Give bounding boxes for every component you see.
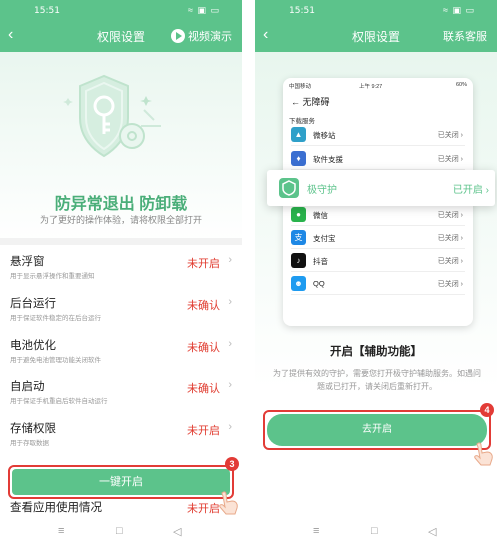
back-triangle-icon[interactable]: ◁ [173,525,181,538]
perm-name: 电池优化 [10,340,56,352]
menu-icon[interactable]: ≡ [313,525,319,537]
menu-icon[interactable]: ≡ [58,525,64,537]
step-badge: 4 [480,403,494,417]
chevron-right-icon: › [228,254,232,266]
video-demo-link[interactable]: 视频演示 [171,28,232,44]
perm-name: 悬浮窗 [10,256,45,268]
mock-service-state: 已关闭 › [437,132,463,139]
perm-name: 查看应用使用情况 [10,502,102,514]
one-key-enable-button[interactable]: 一键开启 [12,469,230,495]
perm-row-storage[interactable]: 存储权限 用于存取数据 未开启 › [10,416,234,456]
mock-service-name: 微移站 [313,131,336,140]
mock-service-state: 已关闭 › [437,156,463,163]
system-nav-bar: ≡ □ ◁ [255,516,497,546]
perm-row-background-run[interactable]: 后台运行 用于保证软件稳定的在后台运行 未确认 › [10,291,234,331]
contact-support-link[interactable]: 联系客服 [443,28,487,44]
top-bar: 15:51 ≈ ▣ ▭ ‹ 权限设置 视频演示 [0,0,242,52]
chevron-right-icon: › [228,379,232,391]
perm-name: 后台运行 [10,298,56,310]
perm-desc: 用于存取数据 [10,440,49,447]
perm-desc: 用于避免电池管理功能关闭软件 [10,357,101,364]
mock-service-row: ☻ QQ 已关闭 › [291,273,465,295]
app-icon: ▲ [291,127,306,142]
play-icon [171,29,185,43]
one-key-enable-frame: 一键开启 [8,465,234,499]
perm-state: 未确认 [187,383,220,395]
chevron-right-icon: › [228,296,232,308]
shield-key-icon [63,74,161,158]
hero-subtitle: 为了更好的操作体验，请将权限全部打开 [39,215,202,225]
status-bar: 15:51 ≈ ▣ ▭ [255,0,497,22]
step-badge: 3 [225,457,239,471]
right-screen: 15:51 ≈ ▣ ▭ ‹ 权限设置 联系客服 中国移动 上午 9:27 60%… [255,0,497,546]
section-divider [0,238,242,245]
mock-service-name: 软件支援 [313,155,343,164]
section-title: 开启【辅助功能】 [330,346,422,358]
perm-row-autostart[interactable]: 自启动 用于保证手机重启后软件自动运行 未确认 › [10,374,234,414]
app-icon: ♦ [291,151,306,166]
mock-service-row: ♦ 软件支援 已关闭 › [291,148,465,170]
home-icon[interactable]: □ [371,525,378,537]
hero-title: 防异常退出 防卸载 [54,196,188,213]
guardian-app-icon [279,178,299,198]
chevron-right-icon: › [228,338,232,350]
highlighted-service-name: 极守护 [307,185,337,196]
perm-state: 未开启 [187,258,220,270]
perm-row-floating-window[interactable]: 悬浮窗 用于显示悬浮操作和重要通知 未开启 › [10,249,234,289]
mock-service-name: QQ [313,279,325,288]
perm-state: 未确认 [187,342,220,354]
system-nav-bar: ≡ □ ◁ [0,516,242,546]
status-time: 15:51 [34,6,60,16]
pointing-hand-icon [474,442,493,466]
mock-service-state: 已关闭 › [437,235,463,242]
mock-battery: 60% [455,82,467,88]
mock-service-state: 已关闭 › [437,212,463,219]
highlighted-service-state: 已开启 › [452,185,489,196]
mock-service-name: 微信 [313,211,328,220]
status-icons: ≈ ▣ ▭ [443,5,475,15]
mock-service-state: 已关闭 › [437,258,463,265]
perm-name: 自启动 [10,381,45,393]
top-bar: 15:51 ≈ ▣ ▭ ‹ 权限设置 联系客服 [255,0,497,52]
mock-time: 上午 9:27 [359,84,383,90]
mock-service-state: 已关闭 › [437,281,463,288]
go-enable-button[interactable]: 去开启 [267,414,487,446]
mock-service-row: ♪ 抖音 已关闭 › [291,250,465,272]
perm-desc: 用于保证手机重启后软件自动运行 [10,398,108,405]
perm-state: 未开启 [187,503,220,515]
perm-state: 未确认 [187,300,220,312]
perm-desc: 用于显示悬浮操作和重要通知 [10,273,95,280]
douyin-icon: ♪ [291,253,306,268]
home-icon[interactable]: □ [116,525,123,537]
status-bar: 15:51 ≈ ▣ ▭ [0,0,242,22]
highlighted-service-row: 极守护 已开启 › [267,170,495,206]
status-icons: ≈ ▣ ▭ [188,5,220,15]
go-enable-frame: 去开启 [263,410,491,450]
back-triangle-icon[interactable]: ◁ [428,525,436,538]
perm-row-usage-access[interactable]: 查看应用使用情况 未开启 [10,499,234,515]
status-time: 15:51 [289,6,315,16]
video-demo-label: 视频演示 [188,31,232,43]
mock-carrier: 中国移动 [289,84,312,90]
pointing-hand-icon [219,491,238,515]
perm-name: 存储权限 [10,423,56,435]
mock-service-name: 支付宝 [313,234,336,243]
mock-service-name: 抖音 [313,257,328,266]
perm-state: 未开启 [187,425,220,437]
perm-row-battery[interactable]: 电池优化 用于避免电池管理功能关闭软件 未确认 › [10,333,234,373]
qq-icon: ☻ [291,276,306,291]
mock-page-title: ← 无障碍 [291,97,330,107]
mock-service-row: ● 微信 已关闭 › [291,204,465,226]
chevron-right-icon: › [228,421,232,433]
panel-divider [242,0,255,546]
mock-status-bar: 中国移动 上午 9:27 60% [289,82,467,90]
section-description: 为了提供有效的守护，需要您打开极守护辅助服务。如遇问题或已打开，请关闭后重新打开… [273,369,481,391]
mock-service-row: 支 支付宝 已关闭 › [291,227,465,249]
perm-desc: 用于保证软件稳定的在后台运行 [10,315,101,322]
mock-title-text: 无障碍 [302,97,330,107]
mock-service-row: ▲ 微移站 已关闭 › [291,124,465,146]
alipay-icon: 支 [291,230,306,245]
left-screen: 15:51 ≈ ▣ ▭ ‹ 权限设置 视频演示 防异常退出 防卸载 为了更好的操… [0,0,242,546]
wechat-icon: ● [291,207,306,222]
